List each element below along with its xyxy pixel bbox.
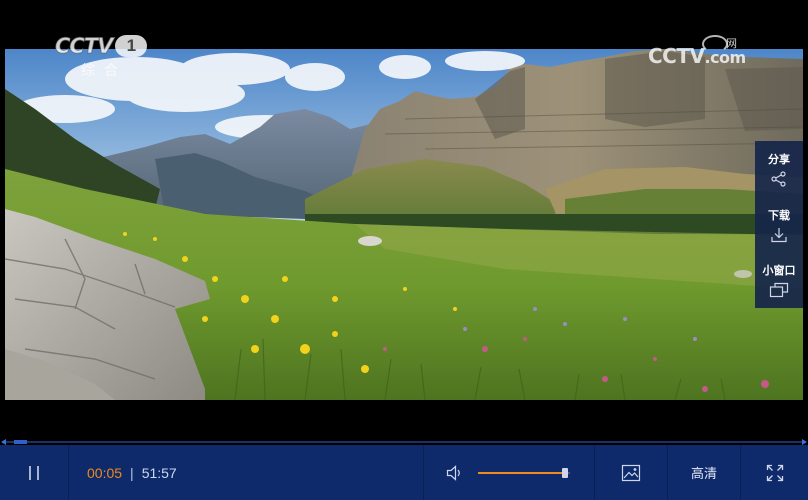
channel-logo: CCTV 1 综合 — [54, 34, 148, 80]
progress-played — [14, 440, 27, 444]
image-icon — [621, 464, 641, 481]
pause-button[interactable] — [0, 445, 68, 500]
site-logo-arc-icon — [702, 35, 728, 53]
mini-window-label: 小窗口 — [762, 265, 796, 278]
channel-number: 1 — [115, 35, 148, 57]
speaker-icon[interactable] — [446, 464, 464, 481]
site-logo-char: 网 — [726, 38, 737, 50]
download-icon — [771, 227, 787, 242]
channel-subtitle: 综合 — [81, 62, 127, 78]
site-logo: 网 CCTV.com — [648, 35, 746, 68]
progress-track[interactable] — [6, 441, 802, 443]
share-label: 分享 — [768, 153, 790, 166]
control-bar: 00:05 | 51:57 高清 — [0, 445, 808, 500]
video-frame[interactable] — [5, 49, 803, 400]
quality-button[interactable]: 高清 — [668, 445, 740, 500]
pause-icon — [29, 465, 39, 480]
current-time: 00:05 — [87, 464, 123, 481]
fullscreen-button[interactable] — [741, 445, 808, 500]
mini-window-icon — [769, 283, 789, 298]
download-button[interactable]: 下载 — [755, 197, 803, 253]
volume-level — [478, 471, 565, 474]
time-separator: | — [130, 464, 134, 481]
download-label: 下载 — [768, 209, 790, 222]
mini-window-button[interactable]: 小窗口 — [755, 252, 803, 308]
share-icon — [771, 171, 786, 187]
snapshot-button[interactable] — [595, 445, 667, 500]
volume-control — [424, 445, 594, 500]
side-action-panel: 分享 下载 小窗口 — [755, 141, 803, 308]
volume-handle[interactable] — [562, 467, 568, 478]
volume-slider[interactable] — [478, 466, 570, 480]
duration: 51:57 — [141, 464, 177, 481]
channel-brand: CCTV — [54, 34, 113, 59]
time-display: 00:05 | 51:57 — [69, 445, 193, 500]
share-button[interactable]: 分享 — [755, 141, 803, 197]
mountain-meadow-scene — [5, 49, 803, 400]
fullscreen-icon — [766, 464, 783, 481]
